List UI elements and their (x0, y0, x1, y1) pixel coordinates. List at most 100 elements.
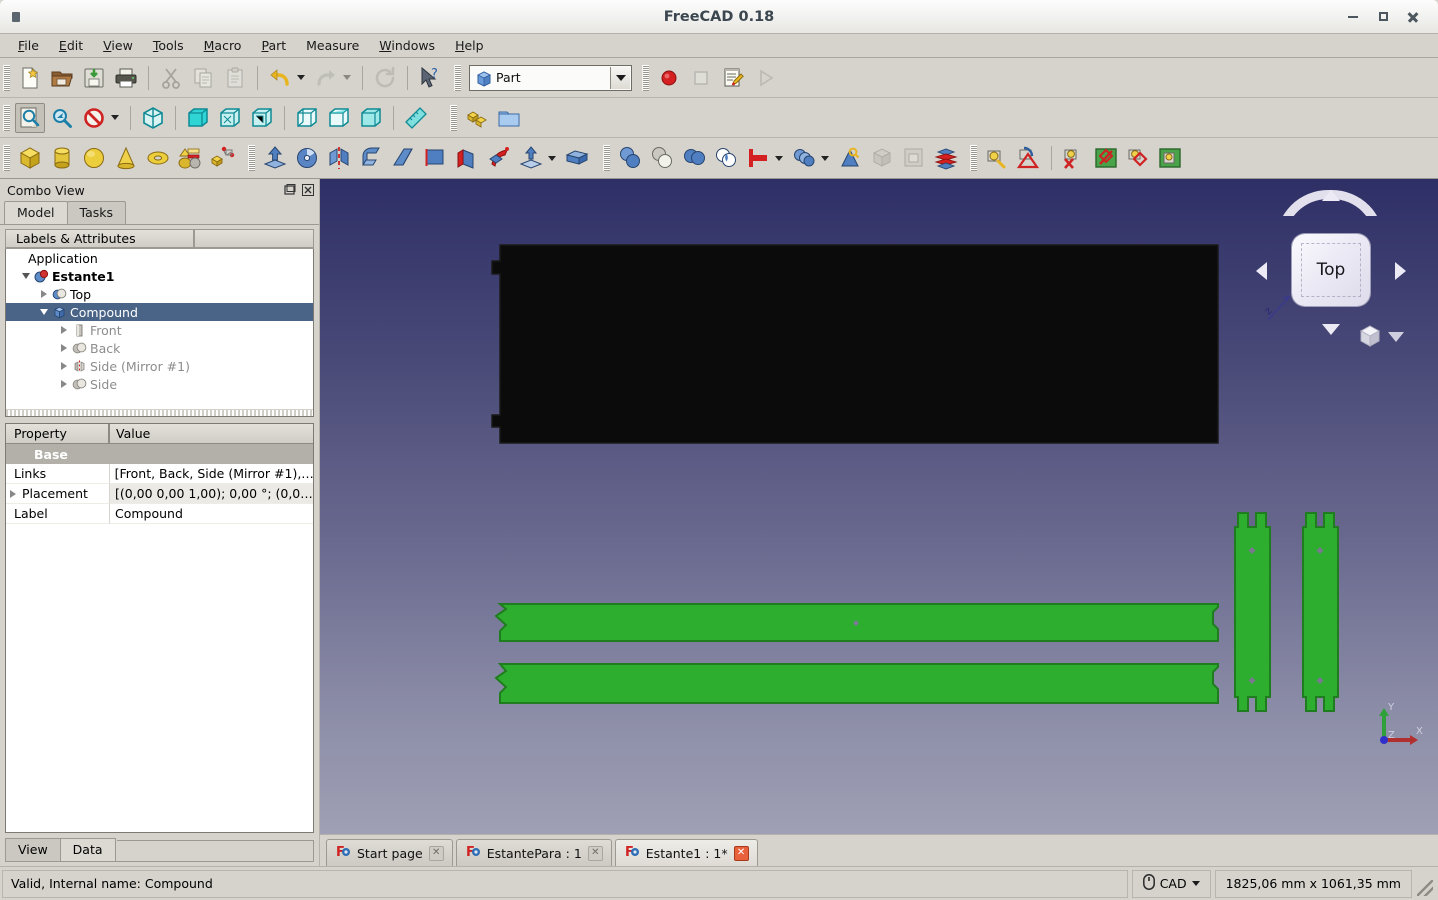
float-panel-icon[interactable] (283, 183, 297, 197)
sphere-icon[interactable] (79, 143, 109, 173)
top-view-icon[interactable] (215, 103, 245, 133)
property-editor[interactable]: Property Value Base Links [Front, Back, … (5, 423, 314, 833)
tree-item-side-mirror[interactable]: Side (Mirror #1) (6, 357, 313, 375)
measure-clear-all-icon[interactable] (1091, 143, 1121, 173)
draw-style-dropdown-caret[interactable] (111, 115, 119, 120)
tree-item-application[interactable]: Application (6, 249, 313, 267)
expander-closed-icon[interactable] (58, 362, 70, 370)
menu-file[interactable]: File (8, 35, 49, 56)
undo-dropdown-caret[interactable] (297, 75, 305, 80)
property-row-label[interactable]: Label Compound (6, 504, 313, 524)
nav-corner-cube-icon[interactable] (1358, 324, 1382, 348)
mirror-icon[interactable] (324, 143, 354, 173)
extrude-icon[interactable] (260, 143, 290, 173)
tab-tasks[interactable]: Tasks (66, 201, 127, 224)
menu-part[interactable]: Part (251, 35, 296, 56)
toolbar-grip-boolean[interactable] (603, 145, 610, 171)
new-document-icon[interactable] (15, 63, 45, 93)
tab-model[interactable]: Model (4, 201, 68, 224)
menu-edit[interactable]: Edit (49, 35, 93, 56)
torus-icon[interactable] (143, 143, 173, 173)
save-document-icon[interactable] (79, 63, 109, 93)
common-icon[interactable] (711, 143, 741, 173)
rear-view-icon[interactable] (292, 103, 322, 133)
document-tab-close-icon[interactable]: ✕ (733, 845, 749, 861)
close-panel-icon[interactable] (301, 183, 315, 197)
right-view-icon[interactable] (247, 103, 277, 133)
tree-item-front[interactable]: Front (6, 321, 313, 339)
macro-record-icon[interactable] (654, 63, 684, 93)
draw-style-icon[interactable] (79, 103, 109, 133)
navigation-cube[interactable]: Top z (1250, 184, 1410, 354)
tree-item-side[interactable]: Side (6, 375, 313, 393)
document-tab-estantepara[interactable]: F EstantePara : 1 ✕ (455, 839, 612, 866)
menu-view[interactable]: View (93, 35, 143, 56)
redo-dropdown-caret[interactable] (343, 75, 351, 80)
toolbar-grip-structure[interactable] (450, 104, 457, 131)
tree-item-compound[interactable]: Compound (6, 303, 313, 321)
nav-arrow-right[interactable] (1395, 262, 1406, 280)
maximize-button[interactable] (1368, 5, 1398, 29)
cross-sections-icon[interactable] (931, 143, 961, 173)
expander-open-icon[interactable] (20, 273, 32, 279)
toolbar-grip-view[interactable] (3, 104, 10, 131)
split-icon[interactable] (789, 143, 819, 173)
cone-icon[interactable] (111, 143, 141, 173)
tab-view[interactable]: View (5, 838, 61, 861)
expander-closed-icon[interactable] (58, 380, 70, 388)
measure-angular-icon[interactable] (1014, 143, 1044, 173)
tree-horizontal-scrollbar[interactable] (6, 409, 313, 416)
loft-icon[interactable] (452, 143, 482, 173)
measure-refresh-icon[interactable] (1059, 143, 1089, 173)
union-icon[interactable] (679, 143, 709, 173)
expander-closed-icon[interactable] (10, 489, 20, 498)
measure-toggle-all-icon[interactable] (1123, 143, 1153, 173)
expander-closed-icon[interactable] (58, 344, 70, 352)
property-row-links[interactable]: Links [Front, Back, Side (Mirror #1),… (6, 464, 313, 484)
chamfer-icon[interactable] (388, 143, 418, 173)
left-view-icon[interactable] (356, 103, 386, 133)
nav-arrow-left[interactable] (1256, 262, 1267, 280)
menu-measure[interactable]: Measure (296, 35, 369, 56)
toolbar-grip-workbench[interactable] (454, 64, 461, 91)
document-tab-estante1[interactable]: F Estante1 : 1* ✕ (614, 839, 758, 866)
split-dropdown-caret[interactable] (821, 155, 829, 161)
open-document-icon[interactable] (47, 63, 77, 93)
ruled-surface-icon[interactable] (420, 143, 450, 173)
expander-open-icon[interactable] (38, 309, 50, 315)
minimize-button[interactable] (1338, 5, 1368, 29)
measure-icon[interactable] (401, 103, 431, 133)
cut-shape-icon[interactable] (647, 143, 677, 173)
expander-closed-icon[interactable] (58, 326, 70, 334)
measure-linear-icon[interactable] (982, 143, 1012, 173)
shape-builder-icon[interactable] (207, 143, 237, 173)
section-icon[interactable] (516, 143, 546, 173)
toolbar-grip-macro[interactable] (642, 64, 649, 91)
print-icon[interactable] (111, 63, 141, 93)
section-dropdown-caret[interactable] (548, 155, 556, 161)
bottom-view-icon[interactable] (324, 103, 354, 133)
menu-windows[interactable]: Windows (369, 35, 445, 56)
nav-corner-caret-icon[interactable] (1388, 332, 1404, 342)
create-part-icon[interactable] (462, 103, 492, 133)
primitives-icon[interactable] (175, 143, 205, 173)
document-tab-close-icon[interactable]: ✕ (587, 845, 603, 861)
whats-this-icon[interactable]: ? (415, 63, 445, 93)
expander-closed-icon[interactable] (38, 290, 50, 298)
document-tab-close-icon[interactable]: ✕ (428, 845, 444, 861)
compound-filter-icon[interactable] (835, 143, 865, 173)
3d-viewport[interactable]: Top z Y X Z (320, 179, 1438, 834)
toolbar-grip-file[interactable] (3, 64, 10, 91)
menu-macro[interactable]: Macro (194, 35, 252, 56)
cylinder-icon[interactable] (47, 143, 77, 173)
revolve-icon[interactable] (292, 143, 322, 173)
tree-item-estante1[interactable]: Estante1 (6, 267, 313, 285)
macros-icon[interactable] (718, 63, 748, 93)
close-button[interactable] (1398, 5, 1428, 29)
toolbar-grip-measure[interactable] (970, 145, 977, 171)
thickness-icon[interactable] (562, 143, 592, 173)
property-row-placement[interactable]: Placement [(0,00 0,00 1,00); 0,00 °; (0,… (6, 484, 313, 504)
isometric-view-icon[interactable] (138, 103, 168, 133)
fillet-icon[interactable] (356, 143, 386, 173)
tab-data[interactable]: Data (59, 838, 116, 861)
